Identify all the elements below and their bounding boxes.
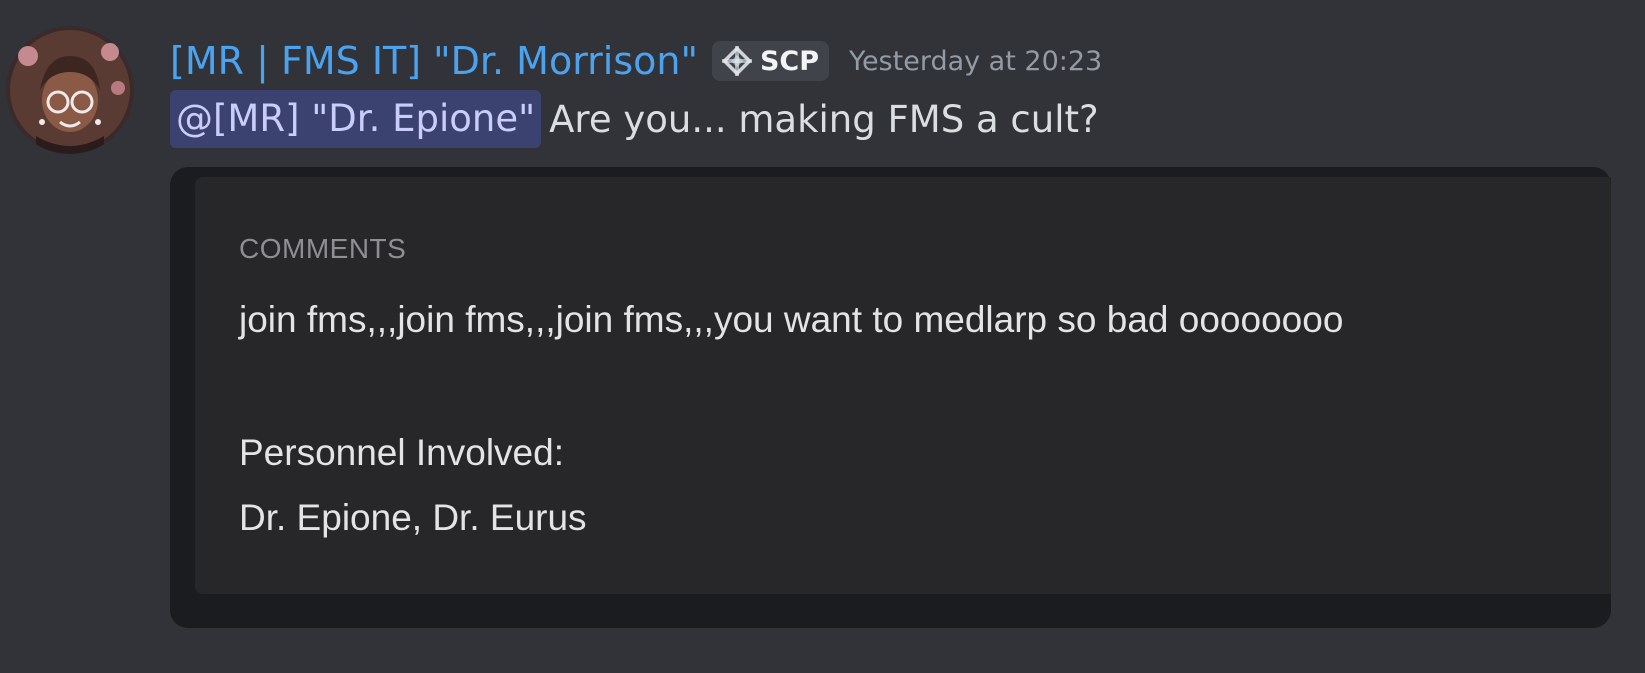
message-timestamp[interactable]: Yesterday at 20:23 bbox=[849, 46, 1102, 77]
attachment-screenshot: COMMENTS join fms,,,join fms,,,join fms,… bbox=[195, 177, 1611, 594]
comments-heading: COMMENTS bbox=[239, 233, 407, 264]
user-avatar[interactable] bbox=[6, 26, 134, 154]
personnel-names: Dr. Epione, Dr. Eurus bbox=[239, 497, 587, 538]
message-content: @[MR] "Dr. Epione" Are you... making FMS… bbox=[170, 90, 1099, 148]
message-text: Are you... making FMS a cult? bbox=[549, 97, 1099, 141]
author-name[interactable]: [MR | FMS IT] "Dr. Morrison" bbox=[170, 38, 698, 84]
user-mention[interactable]: @[MR] "Dr. Epione" bbox=[170, 90, 542, 148]
chat-message: [MR | FMS IT] "Dr. Morrison" SCP Yesterd… bbox=[0, 0, 1645, 673]
image-attachment[interactable]: COMMENTS join fms,,,join fms,,,join fms,… bbox=[170, 167, 1611, 628]
tag-label: SCP bbox=[759, 45, 820, 77]
personnel-label: Personnel Involved: bbox=[239, 432, 564, 473]
server-tag[interactable]: SCP bbox=[711, 41, 830, 81]
scp-diamond-icon bbox=[721, 46, 752, 76]
comment-text: join fms,,,join fms,,,join fms,,,you wan… bbox=[239, 299, 1344, 340]
message-header: [MR | FMS IT] "Dr. Morrison" SCP Yesterd… bbox=[170, 38, 1102, 84]
